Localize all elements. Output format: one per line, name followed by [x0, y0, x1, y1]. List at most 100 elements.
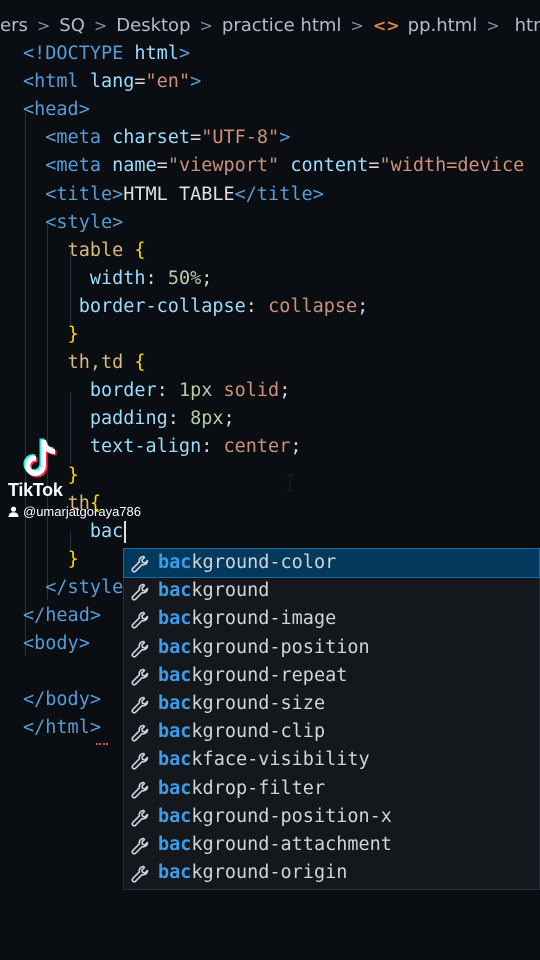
suggestion-label: kground — [191, 580, 270, 602]
suggestion-label: kground-attachment — [191, 833, 392, 855]
code-line[interactable]: <html lang="en"> — [23, 68, 201, 96]
code-line[interactable]: bac — [23, 518, 127, 546]
code-token: padding — [89, 408, 168, 430]
code-token: HTML TABLE — [123, 183, 235, 205]
breadcrumb-item-sq[interactable]: SQ — [59, 15, 85, 36]
suggestion-item[interactable]: background-image — [124, 605, 539, 633]
code-line[interactable]: </html> — [23, 714, 101, 742]
property-wrench-icon — [131, 667, 149, 686]
code-line[interactable]: } — [23, 546, 79, 574]
suggestion-item[interactable]: backface-visibility — [124, 746, 539, 774]
breadcrumb-item-file[interactable]: pp.html — [408, 15, 478, 36]
suggestion-item[interactable]: background-color — [123, 547, 540, 579]
code-line[interactable]: th,td { — [23, 349, 146, 377]
suggestion-label: kground-repeat — [191, 664, 348, 686]
code-line[interactable]: </style> — [23, 574, 134, 602]
suggestion-match: bac — [158, 552, 192, 573]
suggestion-item[interactable]: background-clip — [124, 718, 539, 746]
suggestion-item[interactable]: backdrop-filter — [124, 775, 539, 803]
property-wrench-icon — [131, 723, 149, 742]
code-token: : — [145, 267, 168, 289]
code-token: > — [178, 43, 191, 64]
suggestion-item[interactable]: background-origin — [124, 859, 539, 887]
suggestion-label: kground-color — [191, 552, 337, 573]
code-line[interactable]: padding: 8px; — [23, 405, 235, 433]
breadcrumb-item-desktop[interactable]: Desktop — [116, 15, 190, 36]
code-token: <title> — [45, 183, 124, 205]
suggestion-match: bac — [158, 580, 192, 602]
code-line[interactable]: <meta name="viewport" content="width=dev… — [23, 152, 524, 180]
tiktok-brand: TikTok — [8, 480, 63, 500]
suggestion-match: bac — [158, 749, 192, 771]
code-token: table — [67, 239, 135, 261]
code-token: width — [89, 267, 146, 289]
breadcrumb: ers > SQ > Desktop > practice html > <> … — [0, 8, 540, 42]
code-line[interactable]: } — [23, 321, 79, 349]
breadcrumb-separator: > — [199, 15, 213, 35]
code-token: html — [134, 43, 179, 64]
code-line[interactable]: <body> — [23, 630, 90, 658]
suggestion-item[interactable]: background-repeat — [124, 662, 539, 690]
suggestion-item[interactable]: background-position — [124, 634, 539, 662]
text-cursor-icon — [287, 474, 293, 492]
code-line[interactable]: </head> — [23, 602, 101, 630]
user-icon — [8, 506, 19, 517]
breadcrumb-separator: > — [36, 15, 51, 35]
property-wrench-icon — [131, 582, 149, 601]
code-line[interactable]: table { — [23, 237, 146, 265]
code-token: lang — [89, 71, 135, 93]
code-line[interactable]: text-align: center; — [23, 433, 302, 461]
code-token: } — [67, 548, 79, 570]
code-token: bac — [89, 520, 124, 542]
suggestion-match: bac — [158, 721, 192, 743]
suggestion-item[interactable]: background-size — [124, 690, 539, 718]
breadcrumb-item-folder[interactable]: practice html — [222, 15, 342, 36]
code-token: 50% — [167, 267, 202, 289]
code-line[interactable]: width: 50%; — [23, 265, 213, 293]
suggestion-item[interactable]: background-position-x — [124, 803, 539, 831]
suggestion-label: kground-size — [191, 692, 326, 714]
code-token: > — [190, 71, 202, 93]
code-token: ; — [201, 267, 213, 289]
code-line[interactable]: <meta charset="UTF-8"> — [23, 124, 290, 152]
code-token: ; — [223, 408, 235, 430]
code-token: = — [190, 127, 202, 149]
property-wrench-icon — [131, 610, 149, 629]
code-token: border-collapse — [78, 295, 246, 317]
autocomplete-suggestions[interactable]: background-color background background-ima… — [123, 547, 540, 890]
code-line[interactable]: <head> — [23, 96, 90, 124]
suggestion-item[interactable]: background-attachment — [124, 831, 539, 859]
code-line[interactable]: border: 1px solid; — [23, 377, 291, 405]
property-wrench-icon — [131, 639, 149, 658]
code-token: ; — [279, 380, 291, 402]
code-token: center — [223, 436, 291, 458]
code-line[interactable]: border-collapse: collapse; — [23, 293, 369, 321]
suggestion-item[interactable]: background — [124, 577, 539, 605]
breadcrumb-item-symbol[interactable]: html — [515, 15, 540, 36]
code-token: { — [134, 239, 146, 261]
code-line[interactable]: <style> — [23, 209, 123, 237]
code-token: text-align — [89, 436, 202, 458]
code-token: collapse — [268, 295, 358, 317]
suggestion-match: bac — [158, 692, 192, 714]
breadcrumb-item-users[interactable]: ers — [0, 15, 28, 36]
code-token: : — [245, 295, 269, 317]
code-line[interactable]: <!DOCTYPE html> — [23, 40, 190, 68]
code-line[interactable]: </body> — [23, 686, 101, 714]
code-token: { — [134, 352, 146, 374]
code-token: = — [156, 155, 168, 177]
code-token: </html> — [23, 717, 101, 739]
suggestion-label: kdrop-filter — [191, 777, 326, 799]
code-line[interactable]: <title>HTML TABLE</title> — [23, 181, 323, 209]
property-wrench-icon — [131, 864, 149, 883]
code-token: th,td — [67, 352, 135, 374]
code-token: </head> — [23, 605, 101, 626]
code-token: "width=device — [379, 155, 525, 177]
html-file-icon: <> — [372, 15, 400, 35]
code-token: 8px — [190, 408, 224, 430]
